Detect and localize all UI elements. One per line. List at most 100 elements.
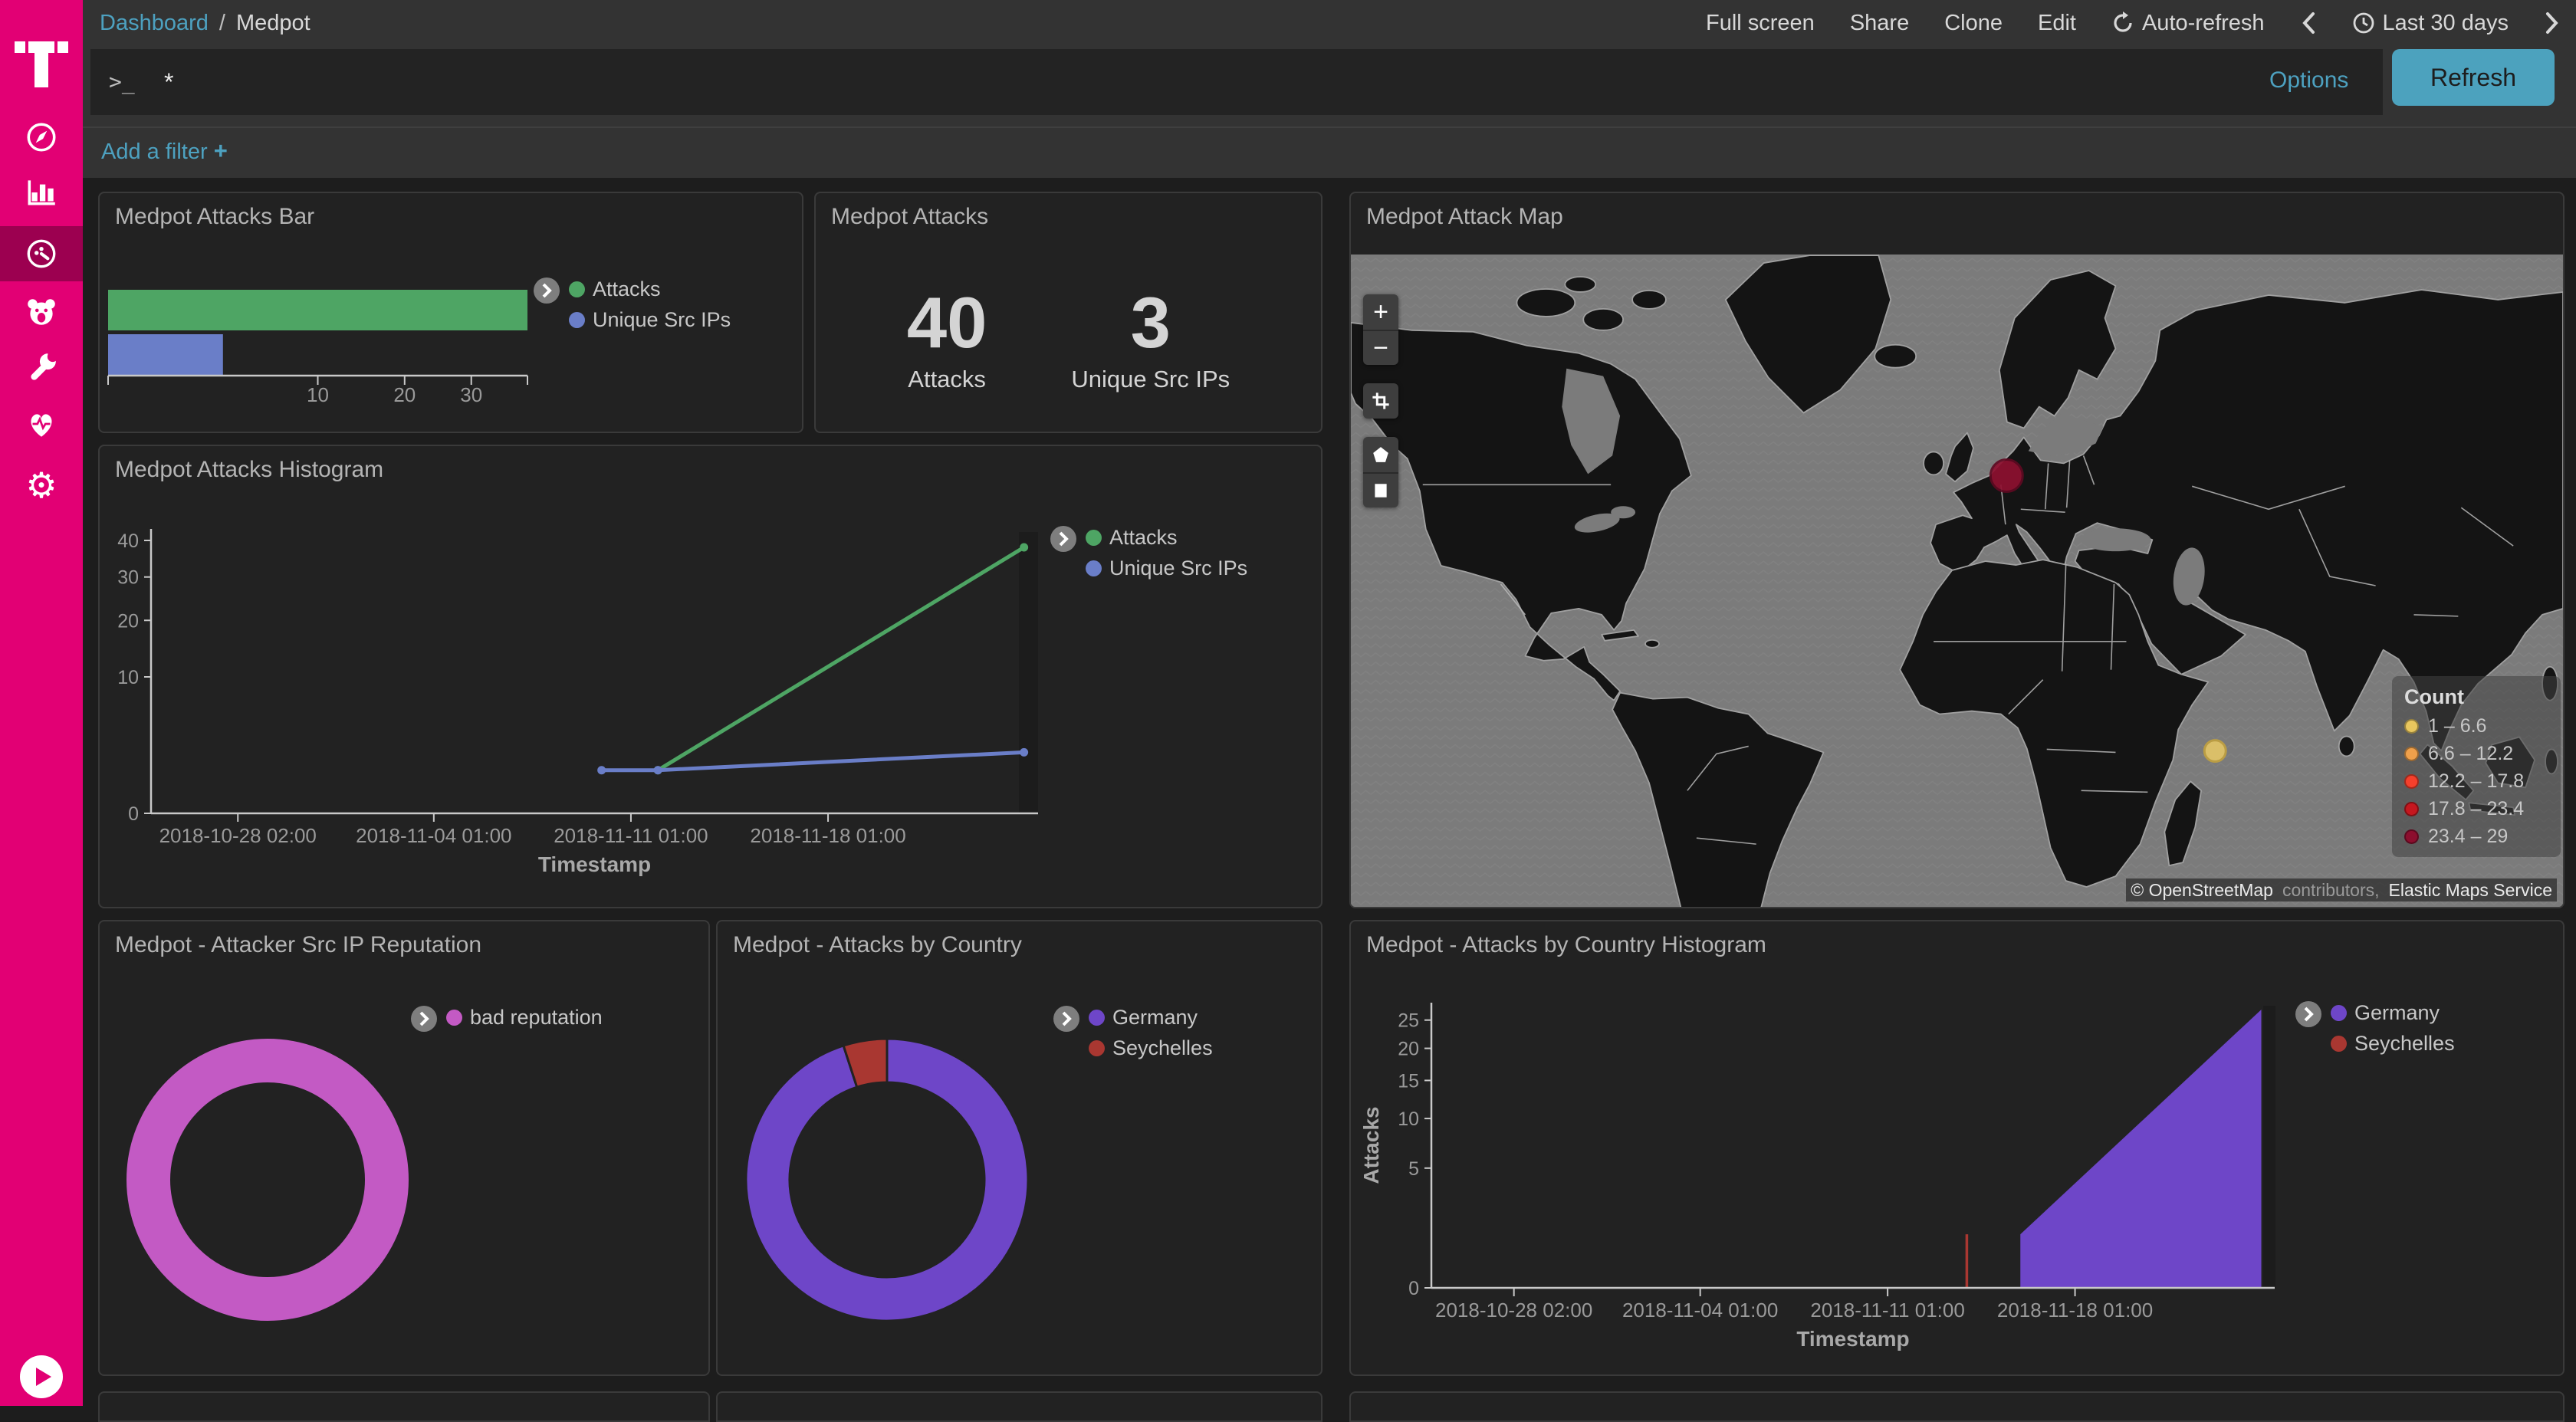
svg-text:2018-11-04 01:00: 2018-11-04 01:00 <box>1622 1299 1778 1322</box>
panel-title[interactable]: Medpot - Attacker Src IP Reputation <box>115 932 481 958</box>
add-filter-link[interactable]: Add a filter + <box>101 137 228 165</box>
legend-item-seychelles[interactable]: Seychelles <box>1089 1036 1213 1060</box>
sidebar-item-monitoring[interactable] <box>0 397 83 451</box>
legend-item-unique-src-ips[interactable]: Unique Src IPs <box>569 308 731 332</box>
panel-attacks-bar: Medpot Attacks Bar 102030 Attacks Unique… <box>98 192 803 433</box>
sidebar-item-discover[interactable] <box>0 110 83 164</box>
world-map <box>1351 255 2563 907</box>
panel-title[interactable]: Medpot Attack Map <box>1366 204 1563 230</box>
map-zoom-controls: + − <box>1363 294 1398 365</box>
polygon-icon <box>1372 445 1390 464</box>
refresh-button[interactable]: Refresh <box>2392 49 2555 106</box>
breadcrumb-current: Medpot <box>236 11 310 36</box>
map-legend-item: 23.4 – 29 <box>2404 826 2561 848</box>
panel-title[interactable]: Medpot Attacks Histogram <box>115 457 383 483</box>
svg-text:20: 20 <box>117 610 139 632</box>
country-histogram-chart: 05101520252018-10-28 02:002018-11-04 01:… <box>1351 921 2563 1374</box>
collapse-sidebar-button[interactable] <box>20 1355 63 1398</box>
panel-attacks-by-country: Medpot - Attacks by Country Germany Seyc… <box>716 920 1322 1376</box>
sidebar-item-devtools[interactable] <box>0 341 83 395</box>
breadcrumb-dashboard-link[interactable]: Dashboard <box>100 11 209 36</box>
panel-country-histogram: Medpot - Attacks by Country Histogram 05… <box>1349 920 2564 1376</box>
legend-toggle-button[interactable] <box>2295 1001 2321 1027</box>
panel-title[interactable]: Medpot Attacks <box>831 204 988 230</box>
search-input[interactable] <box>90 49 2383 115</box>
legend-toggle-button[interactable] <box>534 278 560 304</box>
time-picker-button[interactable]: Last 30 days <box>2352 11 2509 36</box>
map-marker-germany[interactable] <box>1990 460 2022 492</box>
panel-title[interactable]: Medpot Attacks Bar <box>115 204 314 230</box>
chevron-right-icon <box>2302 1006 2315 1023</box>
sidebar-item-dashboard[interactable] <box>0 226 83 281</box>
zoom-in-button[interactable]: + <box>1363 294 1398 330</box>
telekom-logo[interactable] <box>15 21 68 87</box>
legend-item-unique-src-ips[interactable]: Unique Src IPs <box>1086 557 1247 580</box>
svg-text:Timestamp: Timestamp <box>538 852 651 876</box>
legend-toggle-button[interactable] <box>1050 526 1076 552</box>
query-bar: >_ Options Refresh <box>83 46 2576 126</box>
svg-text:2018-11-18 01:00: 2018-11-18 01:00 <box>1997 1299 2153 1322</box>
legend-item-germany[interactable]: Germany <box>1089 1006 1213 1030</box>
map-attribution: © OpenStreetMapcontributors,Elastic Maps… <box>2126 880 2557 901</box>
breadcrumb: Dashboard / Medpot <box>100 0 310 46</box>
map-legend-item: 6.6 – 12.2 <box>2404 743 2561 765</box>
edit-button[interactable]: Edit <box>2038 11 2076 36</box>
svg-text:30: 30 <box>460 383 482 406</box>
wrench-icon <box>24 350 59 386</box>
svg-text:5: 5 <box>1408 1158 1419 1180</box>
chevron-right-icon <box>2544 11 2561 35</box>
chevron-left-icon <box>2300 11 2317 35</box>
sidebar-item-bear[interactable] <box>0 285 83 339</box>
fullscreen-button[interactable]: Full screen <box>1706 11 1815 36</box>
svg-text:2018-10-28 02:00: 2018-10-28 02:00 <box>159 824 317 847</box>
sidebar-item-management[interactable]: ⚙ <box>0 458 83 512</box>
rectangle-tool-button[interactable] <box>1363 472 1398 507</box>
bar-chart-icon <box>24 174 59 209</box>
auto-refresh-button[interactable]: Auto-refresh <box>2111 11 2265 36</box>
svg-text:2018-11-11 01:00: 2018-11-11 01:00 <box>1810 1299 1964 1322</box>
breadcrumb-separator: / <box>219 11 225 36</box>
crop-tool-button[interactable] <box>1363 383 1398 419</box>
svg-text:2018-11-18 01:00: 2018-11-18 01:00 <box>750 824 905 847</box>
zoom-out-button[interactable]: − <box>1363 330 1398 365</box>
clock-icon <box>2352 11 2375 34</box>
panel-title[interactable]: Medpot - Attacks by Country Histogram <box>1366 932 1766 958</box>
polygon-tool-button[interactable] <box>1363 437 1398 472</box>
square-icon <box>1372 481 1390 500</box>
bear-icon <box>24 294 59 330</box>
legend-item-attacks[interactable]: Attacks <box>569 278 731 301</box>
map-viewport[interactable]: + − Count 1 – <box>1351 255 2563 907</box>
share-button[interactable]: Share <box>1850 11 1909 36</box>
panel-title[interactable]: Medpot - Attacks by Country <box>733 932 1022 958</box>
map-marker-seychelles[interactable] <box>2204 741 2226 762</box>
options-link[interactable]: Options <box>2269 67 2348 94</box>
svg-text:2018-11-04 01:00: 2018-11-04 01:00 <box>356 824 511 847</box>
svg-text:2018-10-28 02:00: 2018-10-28 02:00 <box>1435 1299 1592 1322</box>
legend-toggle-button[interactable] <box>1053 1006 1079 1032</box>
panel-stub <box>1349 1391 2564 1422</box>
svg-text:10: 10 <box>117 667 139 688</box>
svg-text:15: 15 <box>1398 1070 1419 1092</box>
legend-item-seychelles[interactable]: Seychelles <box>2331 1032 2455 1056</box>
legend-toggle-button[interactable] <box>411 1006 437 1032</box>
svg-text:10: 10 <box>307 383 329 406</box>
time-forward-button[interactable] <box>2544 11 2561 35</box>
clone-button[interactable]: Clone <box>1944 11 2003 36</box>
country-donut-chart <box>718 921 1321 1374</box>
svg-text:40: 40 <box>117 530 139 552</box>
map-legend: Count 1 – 6.6 6.6 – 12.2 12.2 – 17.8 17.… <box>2392 676 2561 857</box>
metric-unique-src-ips: 3 Unique Src IPs <box>1071 285 1230 393</box>
filter-bar: Add a filter + <box>83 128 2576 178</box>
refresh-cycle-icon <box>2111 11 2134 34</box>
crop-icon <box>1371 391 1391 411</box>
panel-stub <box>716 1391 1322 1422</box>
time-back-button[interactable] <box>2300 11 2317 35</box>
sidebar-item-visualize[interactable] <box>0 165 83 218</box>
legend-item-bad-reputation[interactable]: bad reputation <box>446 1006 603 1030</box>
legend-item-attacks[interactable]: Attacks <box>1086 526 1247 550</box>
top-chrome: Dashboard / Medpot Full screen Share Clo… <box>83 0 2576 178</box>
dashboard-gauge-icon <box>24 236 59 271</box>
metric-attacks: 40 Attacks <box>907 285 987 393</box>
legend-item-germany[interactable]: Germany <box>2331 1001 2455 1025</box>
map-legend-item: 17.8 – 23.4 <box>2404 798 2561 820</box>
